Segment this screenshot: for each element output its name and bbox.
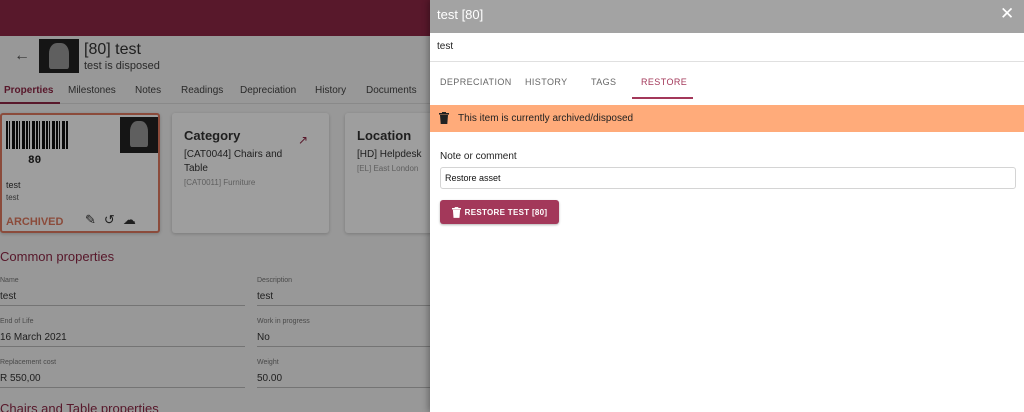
panel-title: test [80]	[437, 7, 484, 22]
restore-button[interactable]: RESTORE TEST [80]	[440, 200, 559, 224]
alert-text: This item is currently archived/disposed	[458, 113, 634, 124]
tab-restore[interactable]: RESTORE	[641, 77, 687, 87]
note-label: Note or comment	[440, 151, 517, 162]
tab-history[interactable]: HISTORY	[525, 77, 567, 87]
divider	[430, 61, 1024, 62]
restore-button-label: RESTORE TEST [80]	[464, 207, 548, 217]
tab-depreciation[interactable]: DEPRECIATION	[440, 77, 512, 87]
restore-side-panel: test [80] ✕ test DEPRECIATION HISTORY TA…	[430, 0, 1024, 412]
archived-alert: This item is currently archived/disposed	[430, 105, 1024, 132]
tab-tags[interactable]: TAGS	[591, 77, 616, 87]
panel-subtitle: test	[437, 41, 454, 52]
active-tab-indicator	[632, 97, 693, 99]
panel-header: test [80] ✕	[430, 0, 1024, 33]
close-icon[interactable]: ✕	[1000, 4, 1014, 24]
trash-icon	[451, 206, 461, 218]
note-input[interactable]	[440, 167, 1016, 189]
trash-icon	[439, 112, 449, 124]
